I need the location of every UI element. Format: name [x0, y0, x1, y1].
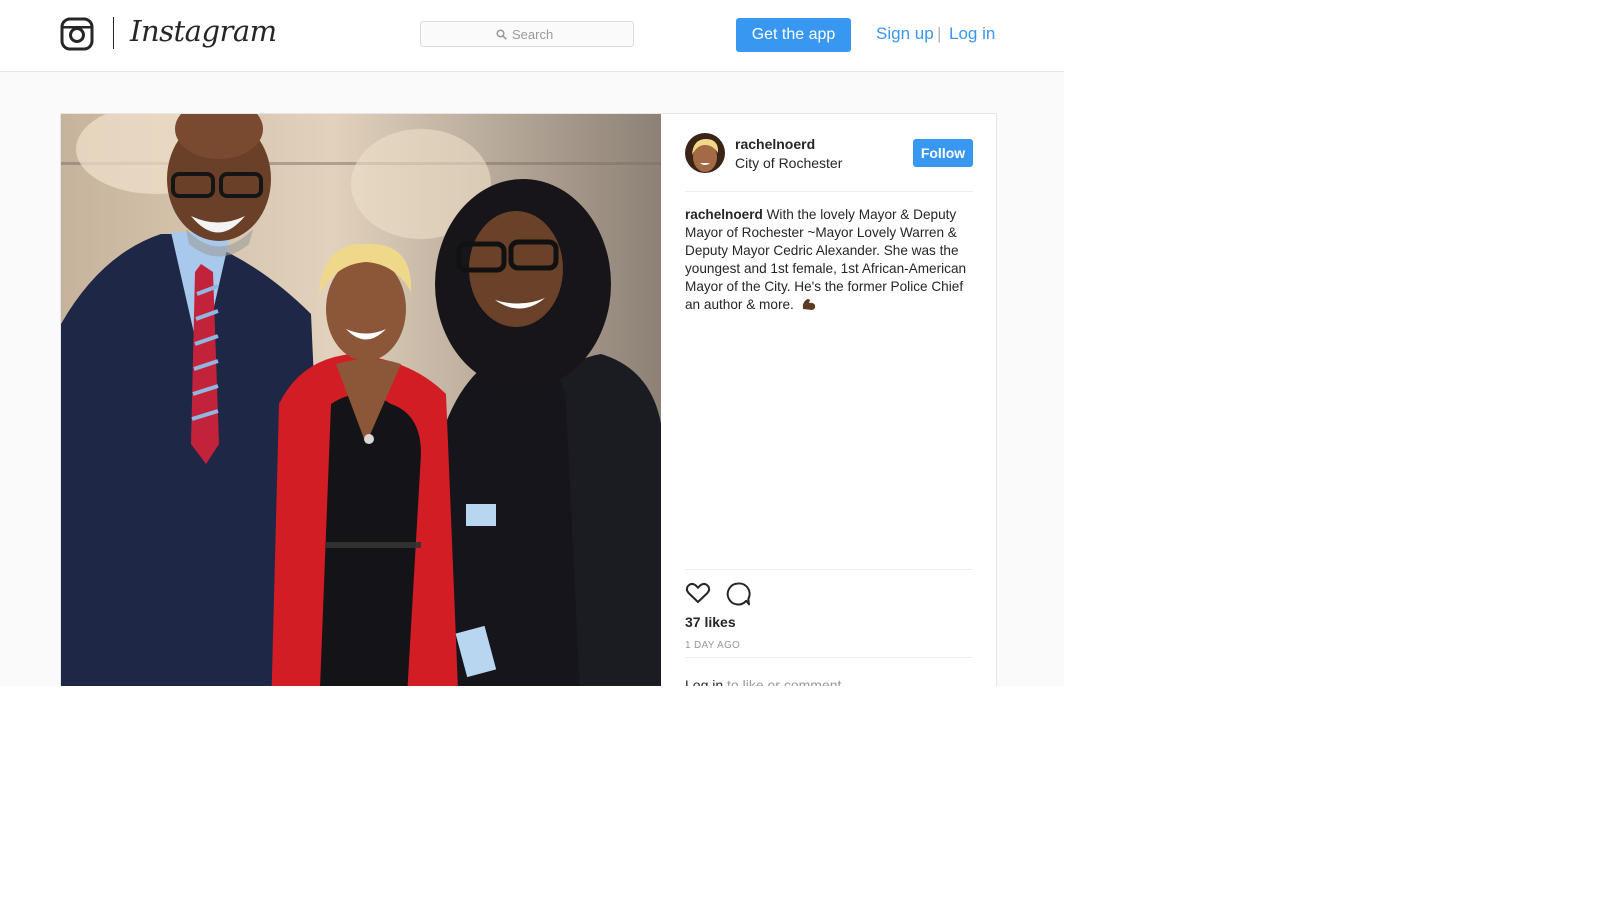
- caption-username[interactable]: rachelnoerd: [685, 207, 763, 222]
- post-timestamp[interactable]: 1 DAY AGO: [685, 640, 740, 651]
- nav-separator: |: [937, 24, 942, 43]
- divider: [685, 569, 973, 570]
- get-the-app-button[interactable]: Get the app: [736, 18, 851, 52]
- sign-up-link[interactable]: Sign up: [876, 24, 934, 44]
- log-in-link[interactable]: Log in: [949, 24, 995, 44]
- top-navigation-bar: Instagram Search Get the app Sign up | L…: [0, 0, 1064, 72]
- post-caption: rachelnoerd With the lovely Mayor & Depu…: [685, 206, 973, 314]
- heart-icon[interactable]: [685, 581, 711, 605]
- search-input[interactable]: Search: [420, 21, 634, 47]
- instagram-wordmark[interactable]: Instagram: [130, 14, 277, 48]
- post-sidebar: rachelnoerd City of Rochester Follow rac…: [685, 114, 973, 686]
- login-to-comment-link[interactable]: Log in: [685, 677, 723, 686]
- post-username[interactable]: rachelnoerd: [735, 136, 815, 152]
- post-card: rachelnoerd City of Rochester Follow rac…: [60, 113, 997, 686]
- search-icon: [496, 29, 507, 40]
- brand-divider: [113, 17, 114, 49]
- search-placeholder: Search: [512, 27, 554, 42]
- comment-icon[interactable]: [725, 581, 751, 607]
- login-prompt: Log in to like or comment.: [685, 677, 845, 686]
- divider: [685, 657, 973, 658]
- likes-count[interactable]: 37 likes: [685, 614, 736, 630]
- follow-button[interactable]: Follow: [913, 139, 973, 167]
- post-photo[interactable]: [61, 114, 661, 686]
- divider: [685, 191, 973, 192]
- login-prompt-text: to like or comment.: [723, 677, 846, 686]
- avatar[interactable]: [685, 133, 725, 173]
- flexed-biceps-icon: [802, 299, 815, 310]
- post-location[interactable]: City of Rochester: [735, 155, 842, 171]
- instagram-page: Instagram Search Get the app Sign up | L…: [0, 0, 1064, 686]
- caption-text: With the lovely Mayor & Deputy Mayor of …: [685, 207, 967, 312]
- instagram-logo-icon[interactable]: [60, 17, 94, 51]
